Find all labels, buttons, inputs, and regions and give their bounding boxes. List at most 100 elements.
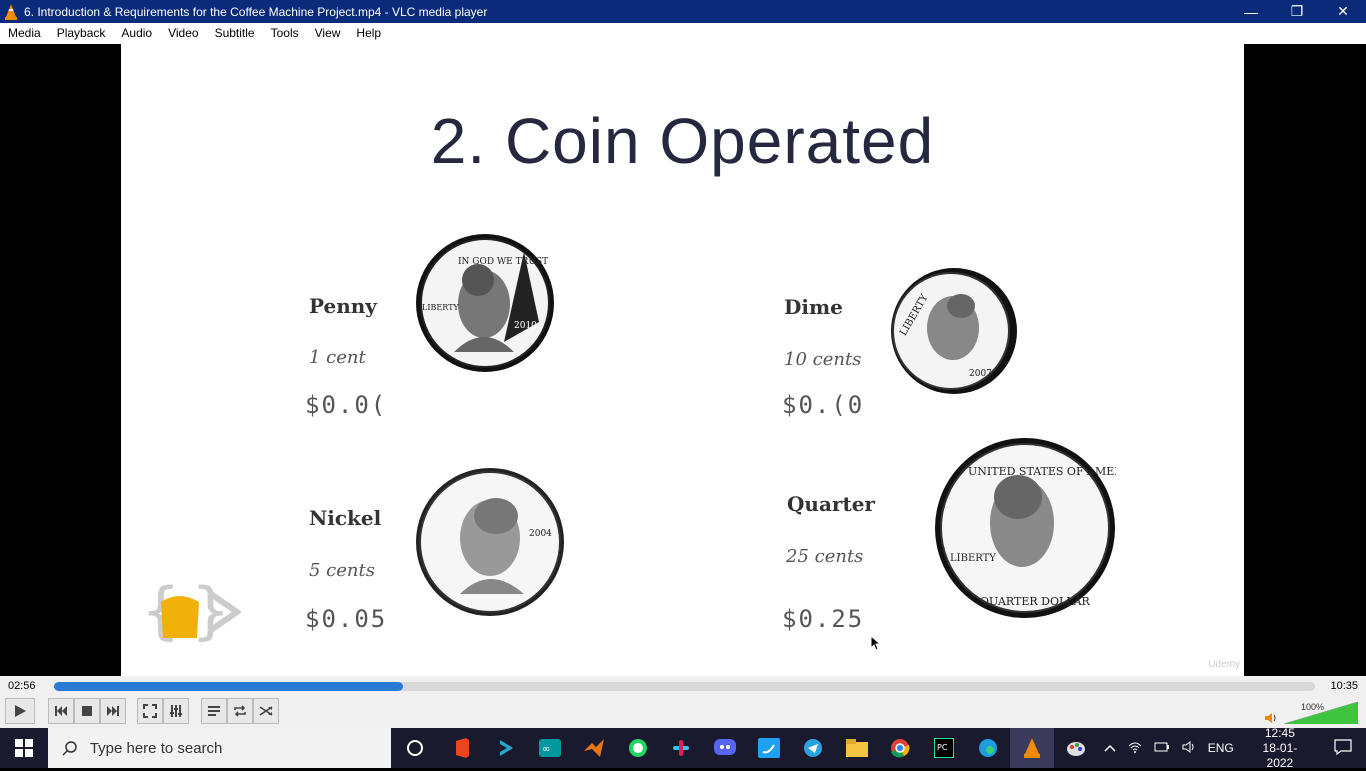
search-placeholder: Type here to search — [89, 739, 223, 757]
dime-coin-image: LIBERTY 2007 — [891, 268, 1017, 394]
udemy-watermark: Udemy — [1208, 659, 1240, 670]
extended-settings-button[interactable] — [163, 698, 189, 724]
quarter-coin-image: UNITED STATES OF AMERICA LIBERTY QUARTER… — [935, 438, 1116, 618]
title-bar: 6. Introduction & Requirements for the C… — [0, 0, 1366, 23]
arduino-icon[interactable]: ∞ — [528, 728, 572, 768]
course-logo-icon: { } — [141, 574, 241, 647]
penny-liberty: LIBERTY — [422, 303, 459, 312]
loop-icon — [234, 705, 246, 717]
nickel-cents: 5 cents — [309, 560, 375, 581]
equalizer-icon — [170, 705, 182, 717]
player-controls: 02:56 10:35 100% — [0, 676, 1366, 728]
start-button[interactable] — [0, 728, 48, 768]
twitter-icon[interactable] — [747, 728, 791, 768]
stop-icon — [82, 706, 92, 716]
kite-icon[interactable] — [484, 728, 528, 768]
windows-taskbar: Type here to search ∞ PC ENG 12:45 18-01… — [0, 726, 1366, 771]
menu-audio[interactable]: Audio — [113, 23, 160, 44]
clock[interactable]: 12:45 18-01-2022 — [1240, 726, 1320, 771]
penny-name: Penny — [309, 294, 377, 318]
matlab-icon[interactable] — [572, 728, 616, 768]
telegram-icon[interactable] — [791, 728, 835, 768]
quarter-name: Quarter — [787, 492, 875, 516]
svg-text:∞: ∞ — [542, 744, 550, 755]
nickel-name: Nickel — [309, 506, 382, 530]
dime-name: Dime — [784, 295, 843, 319]
taskbar-search-box[interactable]: Type here to search — [47, 728, 391, 768]
total-time: 10:35 — [1330, 680, 1358, 692]
slide-title: 2. Coin Operated — [430, 105, 935, 177]
chrome-icon[interactable] — [879, 728, 923, 768]
menu-media[interactable]: Media — [0, 23, 49, 44]
next-icon — [107, 706, 119, 716]
quarter-price: $0.25 — [782, 605, 865, 633]
notification-icon[interactable] — [1320, 738, 1366, 758]
window-title: 6. Introduction & Requirements for the C… — [24, 4, 488, 19]
mouse-cursor-icon — [871, 636, 881, 651]
windows-logo-icon — [14, 739, 33, 757]
playlist-button[interactable] — [201, 698, 227, 724]
video-area[interactable]: 2. Coin Operated Penny 1 cent $0.0( IN G… — [0, 44, 1366, 676]
penny-price: $0.0( — [305, 391, 388, 419]
previous-button[interactable] — [48, 698, 74, 724]
clock-time: 12:45 — [1264, 725, 1295, 740]
svg-text:PC: PC — [937, 743, 948, 752]
minimize-button[interactable]: — — [1228, 0, 1274, 23]
battery-icon[interactable] — [1148, 741, 1176, 755]
whatsapp-icon[interactable] — [616, 728, 660, 768]
seek-bar[interactable] — [54, 682, 1315, 691]
menu-subtitle[interactable]: Subtitle — [207, 23, 263, 44]
fullscreen-button[interactable] — [137, 698, 163, 724]
cortana-icon[interactable] — [391, 728, 441, 768]
penny-cents: 1 cent — [309, 347, 366, 368]
quarter-liberty: LIBERTY — [950, 553, 996, 564]
search-icon — [62, 741, 77, 756]
file-explorer-icon[interactable] — [835, 728, 879, 768]
stop-button[interactable] — [74, 698, 100, 724]
menu-help[interactable]: Help — [348, 23, 389, 44]
slide: 2. Coin Operated Penny 1 cent $0.0( IN G… — [121, 44, 1244, 676]
office-icon[interactable] — [440, 728, 484, 768]
clock-date: 18-01-2022 — [1262, 740, 1298, 770]
vlc-cone-icon — [5, 3, 17, 20]
language-indicator[interactable]: ENG — [1202, 741, 1240, 755]
nickel-coin-image: 2004 — [416, 468, 564, 616]
volume-slider[interactable] — [1284, 702, 1358, 724]
shuffle-button[interactable] — [253, 698, 279, 724]
wifi-icon[interactable] — [1122, 741, 1148, 756]
fullscreen-icon — [143, 704, 157, 718]
system-tray: ENG 12:45 18-01-2022 — [1098, 726, 1366, 771]
discord-icon[interactable] — [703, 728, 747, 768]
restore-button[interactable]: ❐ — [1274, 0, 1320, 23]
vlc-taskbar-icon[interactable] — [1010, 728, 1054, 768]
penny-year: 2010 — [514, 321, 537, 331]
menu-video[interactable]: Video — [160, 23, 206, 44]
previous-icon — [55, 706, 67, 716]
menu-playback[interactable]: Playback — [49, 23, 114, 44]
quarter-cents: 25 cents — [786, 546, 864, 567]
paint-icon[interactable] — [1054, 728, 1098, 768]
menu-view[interactable]: View — [307, 23, 349, 44]
quarter-bottom-legend: QUARTER DOLLAR — [980, 595, 1091, 608]
close-button[interactable]: ✕ — [1320, 0, 1366, 23]
slack-icon[interactable] — [659, 728, 703, 768]
dime-price: $0.(0 — [782, 391, 865, 419]
elapsed-time: 02:56 — [8, 680, 36, 692]
play-button[interactable] — [5, 698, 35, 724]
volume-icon[interactable] — [1176, 740, 1202, 756]
pycharm-icon[interactable]: PC — [922, 728, 966, 768]
shuffle-icon — [259, 706, 273, 716]
menu-tools[interactable]: Tools — [263, 23, 307, 44]
next-button[interactable] — [100, 698, 126, 724]
seek-progress — [54, 682, 404, 691]
speaker-icon[interactable] — [1264, 712, 1278, 724]
nickel-price: $0.05 — [305, 605, 388, 633]
quarter-top-legend: UNITED STATES OF AMERICA — [968, 465, 1116, 478]
dime-cents: 10 cents — [784, 349, 862, 370]
dime-year: 2007 — [969, 369, 992, 379]
chevron-up-icon[interactable] — [1098, 741, 1122, 755]
playlist-icon — [208, 706, 220, 716]
loop-button[interactable] — [227, 698, 253, 724]
penny-motto: IN GOD WE TRUST — [458, 257, 548, 267]
edge-icon[interactable] — [966, 728, 1010, 768]
